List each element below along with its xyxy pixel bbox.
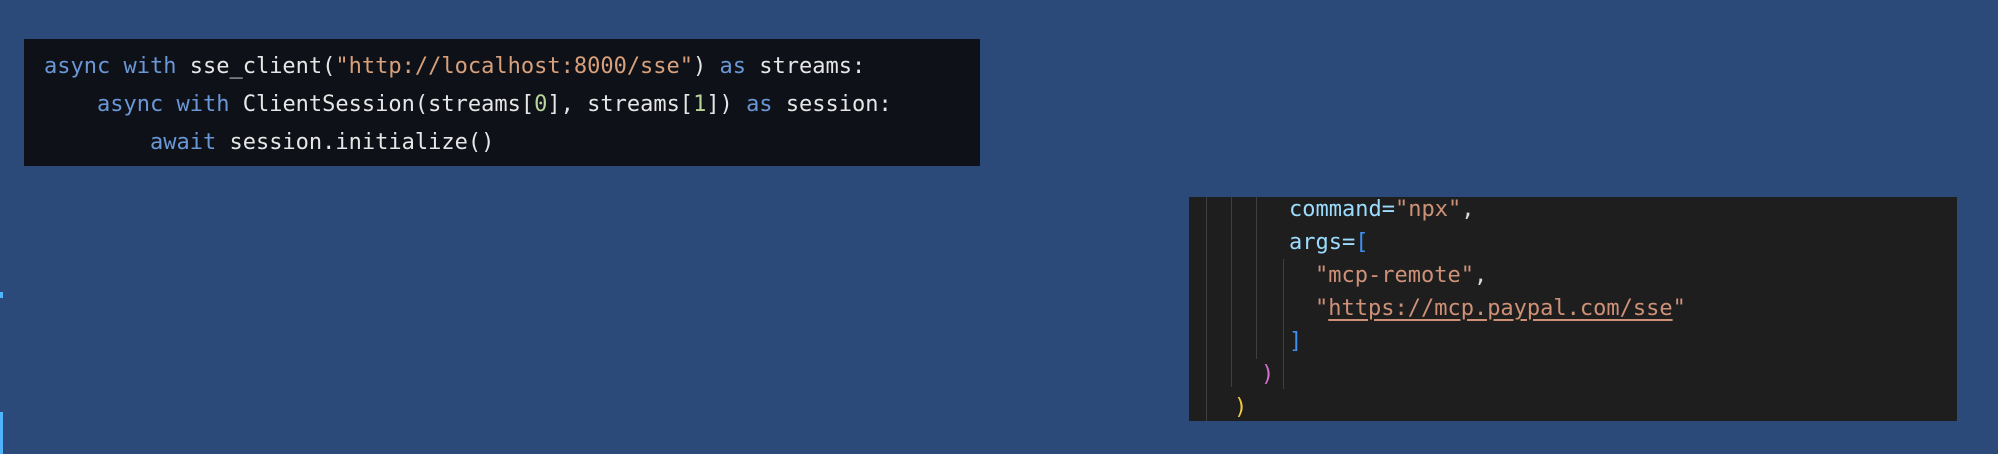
code-snippet-sse-client: async with sse_client("http://localhost:…: [24, 39, 980, 166]
close-bracket: ]: [1289, 329, 1303, 354]
close-brackets: ]): [706, 92, 733, 117]
code-snippet-mcp-config: command="npx", args=[ "mcp-remote", "htt…: [1189, 197, 1957, 421]
comma: ,: [1473, 263, 1488, 288]
string-mcp-remote: "mcp-remote": [1315, 263, 1474, 288]
keyword-with: with: [176, 92, 230, 117]
indent-guide: [1283, 259, 1284, 389]
keyword-as: as: [719, 54, 747, 79]
indent-guide: [1231, 197, 1232, 387]
string-npx: "npx": [1394, 197, 1462, 222]
code-line-close-bracket: ]: [1289, 325, 1302, 358]
link-paypal-sse[interactable]: https://mcp.paypal.com/sse: [1328, 296, 1672, 321]
key-command: command=: [1289, 197, 1395, 222]
code-line-command: command="npx",: [1289, 197, 1474, 226]
code-line-arg-paypal-url: "https://mcp.paypal.com/sse": [1315, 292, 1686, 325]
variable-streams: streams:: [759, 54, 866, 79]
edge-mark: [0, 412, 3, 454]
indent-guide: [1256, 197, 1257, 359]
keyword-with: with: [123, 54, 177, 79]
keyword-async: async: [96, 92, 164, 117]
comma: ,: [1461, 197, 1475, 222]
streams-separator: ], streams[: [547, 92, 694, 117]
variable-session: session:: [785, 92, 892, 117]
open-bracket: [: [1355, 230, 1369, 255]
keyword-async: async: [44, 54, 111, 79]
indent-guide: [1206, 197, 1207, 421]
code-line-1: async with sse_client("http://localhost:…: [44, 48, 980, 86]
outer-close-paren: ): [1234, 395, 1248, 420]
keyword-await: await: [149, 130, 217, 155]
quote: ": [1672, 296, 1686, 321]
code-line-2: async with ClientSession(streams[0], str…: [44, 86, 980, 124]
function-call-client-session: ClientSession(streams[: [242, 92, 535, 117]
code-line-outer-close: ): [1234, 391, 1247, 421]
function-call-sse-client: sse_client(: [189, 54, 336, 79]
code-line-3: await session.initialize(): [44, 124, 980, 162]
code-line-close-paren: ): [1261, 358, 1274, 391]
close-paren: ): [693, 54, 707, 79]
index-one: 1: [693, 92, 707, 117]
method-call-initialize: session.initialize(): [229, 130, 495, 155]
edge-mark: [0, 292, 3, 298]
code-line-arg-mcp-remote: "mcp-remote",: [1315, 259, 1487, 292]
quote: ": [1315, 296, 1329, 321]
keyword-as: as: [746, 92, 773, 117]
key-args: args=: [1289, 230, 1356, 255]
index-zero: 0: [534, 92, 548, 117]
video-frame: { "left_snippet": { "line1": { "kw1": "a…: [0, 0, 1998, 454]
close-paren: ): [1261, 362, 1275, 387]
string-localhost-url: "http://localhost:8000/sse": [335, 54, 694, 79]
code-line-args: args=[: [1289, 226, 1368, 259]
